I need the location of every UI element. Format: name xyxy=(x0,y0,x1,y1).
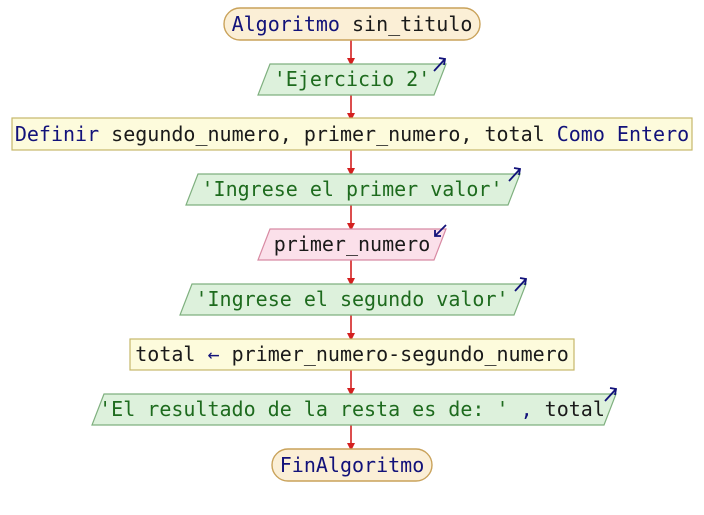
assign-node[interactable]: total ← primer_numero-segundo_numero xyxy=(129,338,575,371)
output-text-2: 'Ingrese el primer valor' xyxy=(201,177,502,201)
start-node[interactable]: Algoritmo sin_titulo xyxy=(223,7,481,41)
define-variables: segundo_numero, primer_numero, total xyxy=(111,122,544,146)
output-variable-4: total xyxy=(545,397,605,421)
end-keyword: FinAlgoritmo xyxy=(280,453,425,477)
define-type: Como Entero xyxy=(557,122,689,146)
assign-target: total xyxy=(135,342,195,366)
assign-operator: ← xyxy=(208,342,220,366)
define-node[interactable]: Definir segundo_numero, primer_numero, t… xyxy=(11,117,693,151)
output-node-1[interactable]: 'Ejercicio 2' xyxy=(257,57,447,96)
assign-statement: total ← primer_numero-segundo_numero xyxy=(135,342,569,366)
algorithm-name: sin_titulo xyxy=(352,12,472,36)
flowchart-canvas: Algoritmo sin_titulo 'Ejercicio 2' Defin… xyxy=(11,7,693,482)
output-node-3[interactable]: 'Ingrese el segundo valor' xyxy=(179,277,528,316)
output-text-4: 'El resultado de la resta es de: ' , tot… xyxy=(99,397,605,421)
assign-expression: primer_numero-segundo_numero xyxy=(232,342,569,366)
output-node-4[interactable]: 'El resultado de la resta es de: ' , tot… xyxy=(91,387,618,426)
output-node-2[interactable]: 'Ingrese el primer valor' xyxy=(185,167,522,206)
input-variable-1: primer_numero xyxy=(274,232,431,256)
end-node[interactable]: FinAlgoritmo xyxy=(271,448,433,482)
output-text-3: 'Ingrese el segundo valor' xyxy=(195,287,508,311)
output-text-1: 'Ejercicio 2' xyxy=(274,67,431,91)
input-node-1[interactable]: primer_numero xyxy=(257,224,447,261)
define-keyword: Definir xyxy=(15,122,99,146)
define-statement: Definir segundo_numero, primer_numero, t… xyxy=(15,122,689,146)
output-string-4: 'El resultado de la resta es de: ' xyxy=(99,397,508,421)
output-separator-4: , xyxy=(521,397,533,421)
start-keyword: Algoritmo xyxy=(232,12,340,36)
start-label: Algoritmo sin_titulo xyxy=(232,12,473,36)
